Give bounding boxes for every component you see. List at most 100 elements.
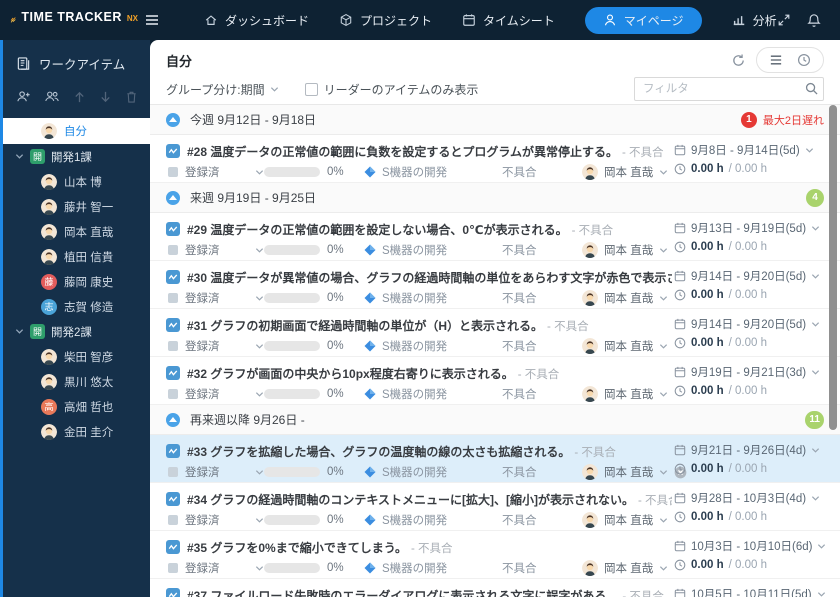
work-item-row[interactable]: #31 グラフの初期画面で経過時間軸の単位が（H）と表示される。- 不具合 登録… xyxy=(150,309,840,357)
status-select[interactable]: 登録済 xyxy=(168,464,264,480)
work-item-row[interactable]: #30 温度データが異常値の場合、グラフの経過時間軸の単位をあらわす文字が赤色で… xyxy=(150,261,840,309)
chevron-down-icon[interactable] xyxy=(15,152,24,161)
delete-button[interactable] xyxy=(125,90,138,104)
bell-icon[interactable] xyxy=(807,13,821,28)
work-item-row[interactable]: #28 温度データの正常値の範囲に負数を設定するとプログラムが異常停止する。- … xyxy=(150,135,840,183)
collapse-toggle-icon[interactable] xyxy=(166,113,180,127)
status-select[interactable]: 登録済 xyxy=(168,290,264,306)
leader-only-checkbox[interactable]: リーダーのアイテムのみ表示 xyxy=(305,81,479,98)
sidebar-item-member[interactable]: 藤 藤岡 康史 xyxy=(3,269,150,294)
sidebar-item-member[interactable]: 岡本 直哉 xyxy=(3,219,150,244)
work-item-row[interactable]: #34 グラフの経過時間軸のコンテキストメニューに[拡大]、[縮小]が表示されな… xyxy=(150,483,840,531)
project-name: S機器の開発 xyxy=(382,512,447,528)
timeline-view-icon[interactable] xyxy=(797,53,811,67)
sidebar-item-member[interactable]: 山本 博 xyxy=(3,169,150,194)
period-select[interactable]: 10月5日 - 10月11日(5d) xyxy=(674,586,822,597)
sidebar-item-member[interactable]: 柴田 智彦 xyxy=(3,344,150,369)
status-select[interactable]: 登録済 xyxy=(168,386,264,402)
chevron-down-icon xyxy=(811,446,820,455)
sidebar-item-member[interactable]: 高 高畑 哲也 xyxy=(3,394,150,419)
work-item-row[interactable]: #33 グラフを拡縮した場合、グラフの温度軸の線の太さも拡縮される。- 不具合 … xyxy=(150,435,840,483)
work-item-title-text: グラフの初期画面で経過時間軸の単位が（H）と表示される。 xyxy=(210,319,543,333)
status-select[interactable]: 登録済 xyxy=(168,242,264,258)
work-item-number: #34 xyxy=(187,493,207,507)
project-name: S機器の開発 xyxy=(382,290,447,306)
menu-icon[interactable] xyxy=(144,12,160,28)
work-item-row[interactable]: #37 ファイルロード失敗時のエラーダイアログに表示される文字に誤字がある。- … xyxy=(150,579,840,597)
progress-bar[interactable] xyxy=(264,515,320,525)
chevron-down-icon[interactable] xyxy=(15,327,24,336)
add-member-button[interactable] xyxy=(16,89,31,104)
nav-analysis[interactable]: 分析 xyxy=(732,12,777,29)
progress-bar[interactable] xyxy=(264,563,320,573)
period-select[interactable]: 10月3日 - 10月10日(6d) xyxy=(674,538,822,554)
period-select[interactable]: 9月19日 - 9月21日(3d) xyxy=(674,364,822,380)
work-item-type-icon xyxy=(166,222,180,236)
person-avatar-face xyxy=(582,560,598,576)
period-text: 9月19日 - 9月21日(3d) xyxy=(691,364,806,380)
progress-bar[interactable] xyxy=(264,389,320,399)
scrollbar-thumb[interactable] xyxy=(829,105,837,430)
chevron-down-icon xyxy=(659,246,668,255)
sidebar-item-member[interactable]: 志 志賀 修造 xyxy=(3,294,150,319)
assignee-avatar xyxy=(582,164,598,180)
nav-dashboard[interactable]: ダッシュボード xyxy=(204,12,309,29)
period-select[interactable]: 9月21日 - 9月26日(4d) xyxy=(674,442,822,458)
hours-cell: 0.00 h / 0.00 h xyxy=(674,559,822,571)
period-select[interactable]: 9月28日 - 10月3日(4d) xyxy=(674,490,822,506)
group-by-dropdown[interactable]: グループ分け:期間 xyxy=(166,81,279,98)
nav-label: タイムシート xyxy=(483,12,555,29)
group-by-label: グループ分け:期間 xyxy=(166,81,265,98)
progress-bar[interactable] xyxy=(264,341,320,351)
collapse-toggle-icon[interactable] xyxy=(166,413,180,427)
work-item-row[interactable]: #29 温度データの正常値の範囲を設定しない場合、0℃が表示される。- 不具合 … xyxy=(150,213,840,261)
sidebar-item-self[interactable]: 自分 xyxy=(3,118,150,144)
move-up-button[interactable] xyxy=(73,90,86,104)
status-select[interactable]: 登録済 xyxy=(168,164,264,180)
nav-project[interactable]: プロジェクト xyxy=(339,12,432,29)
progress-bar[interactable] xyxy=(264,467,320,477)
nav-mypage[interactable]: マイページ xyxy=(585,7,702,34)
status-select[interactable]: 登録済 xyxy=(168,338,264,354)
progress-bar[interactable] xyxy=(264,167,320,177)
status-icon xyxy=(168,389,178,399)
period-select[interactable]: 9月14日 - 9月20日(5d) xyxy=(674,316,822,332)
refresh-icon[interactable] xyxy=(731,53,746,68)
sidebar-item-team[interactable]: 開 開発1課 xyxy=(3,144,150,169)
sidebar-item-member[interactable]: 藤井 智一 xyxy=(3,194,150,219)
period-select[interactable]: 9月13日 - 9月19日(5d) xyxy=(674,220,822,236)
collapse-toggle-icon[interactable] xyxy=(166,191,180,205)
planned-hours: / 0.00 h xyxy=(729,511,767,523)
chevron-down-icon xyxy=(255,294,264,303)
clock-icon xyxy=(674,337,686,349)
sidebar-item-member[interactable]: 黒川 悠太 xyxy=(3,369,150,394)
checkbox-icon[interactable] xyxy=(305,83,318,96)
period-select[interactable]: 9月14日 - 9月20日(5d) xyxy=(674,268,822,284)
status-icon xyxy=(168,341,178,351)
work-item-category-suffix: - 不具合 xyxy=(518,369,560,381)
work-item-type-icon xyxy=(166,270,180,284)
sidebar-item-member[interactable]: 植田 信貴 xyxy=(3,244,150,269)
list-view-icon[interactable] xyxy=(769,54,783,66)
add-group-button[interactable] xyxy=(44,89,60,104)
work-item-row[interactable]: #35 グラフを0%まで縮小できてしまう。- 不具合 登録済 0% S機器の開発 xyxy=(150,531,840,579)
fullscreen-icon[interactable] xyxy=(777,13,791,27)
user-menu[interactable]: 岡本 直哉 xyxy=(837,8,840,32)
work-item-title: #35 グラフを0%まで縮小できてしまう。- 不具合 xyxy=(187,539,453,556)
move-down-button[interactable] xyxy=(99,90,112,104)
search-icon[interactable] xyxy=(805,82,818,100)
project-icon xyxy=(364,562,376,574)
filter-input[interactable] xyxy=(634,77,824,101)
sidebar-item-member[interactable]: 金田 圭介 xyxy=(3,419,150,444)
period-select[interactable]: 9月8日 - 9月14日(5d) xyxy=(674,142,822,158)
app-logo[interactable]: TIME TRACKER NX xyxy=(10,10,138,30)
work-item-row[interactable]: #32 グラフが画面の中央から10px程度右寄りに表示される。- 不具合 登録済… xyxy=(150,357,840,405)
progress-bar[interactable] xyxy=(264,245,320,255)
sidebar-item-team[interactable]: 開 開発2課 xyxy=(3,319,150,344)
nav-timesheet[interactable]: タイムシート xyxy=(462,12,555,29)
chevron-down-icon xyxy=(659,516,668,525)
status-select[interactable]: 登録済 xyxy=(168,560,264,576)
progress-bar[interactable] xyxy=(264,293,320,303)
status-select[interactable]: 登録済 xyxy=(168,512,264,528)
progress-cell: 0% xyxy=(264,340,364,352)
